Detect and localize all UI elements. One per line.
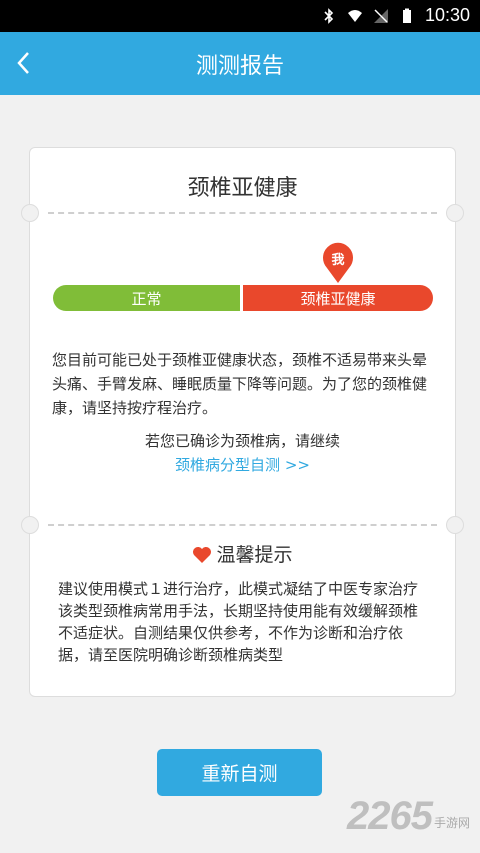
tips-header: 温馨提示 bbox=[30, 540, 455, 567]
result-heading: 颈椎亚健康 bbox=[187, 176, 298, 201]
my-position-marker: 我 bbox=[321, 242, 355, 284]
status-bar: 10:30 bbox=[0, 0, 480, 32]
no-signal-icon bbox=[373, 8, 388, 23]
tips-text: 建议使用模式１进行治疗，此模式凝结了中医专家治疗该类型颈椎病常用手法，长期坚持使… bbox=[58, 580, 419, 664]
confirm-text: 若您已确诊为颈椎病，请继续 bbox=[144, 432, 340, 450]
card-notch bbox=[21, 516, 39, 534]
app-bar: 测测报告 bbox=[0, 32, 480, 95]
status-time: 10:30 bbox=[424, 5, 470, 25]
card-notch bbox=[21, 204, 39, 222]
divider bbox=[48, 212, 437, 214]
divider bbox=[48, 524, 437, 526]
wifi-icon bbox=[347, 9, 362, 22]
tips-title: 温馨提示 bbox=[216, 544, 293, 566]
bluetooth-icon bbox=[324, 7, 334, 24]
battery-icon bbox=[402, 8, 411, 23]
watermark-site: 手游网 bbox=[433, 816, 470, 830]
watermark-logo: 2265 手游网 bbox=[347, 794, 470, 839]
page-title: 测测报告 bbox=[195, 54, 284, 79]
heart-icon bbox=[193, 547, 212, 563]
marker-label: 我 bbox=[331, 253, 345, 268]
report-card: 颈椎亚健康 我 正常 颈椎亚健康 您目前可能已处于颈椎亚健康状态，颈椎不适易带来… bbox=[21, 147, 464, 697]
result-description: 您目前可能已处于颈椎亚健康状态，颈椎不适易带来头晕头痛、手臂发麻、睡眠质量下降等… bbox=[52, 351, 428, 417]
card-notch bbox=[446, 204, 464, 222]
health-level-bar: 正常 颈椎亚健康 bbox=[53, 285, 433, 311]
level-sub-health: 颈椎亚健康 bbox=[243, 285, 433, 311]
retest-button[interactable]: 重新自测 bbox=[157, 749, 322, 796]
level-normal: 正常 bbox=[53, 285, 240, 311]
watermark-number: 2265 bbox=[347, 794, 433, 838]
card-notch bbox=[446, 516, 464, 534]
type-test-link[interactable]: 颈椎病分型自测 >> bbox=[30, 454, 455, 475]
